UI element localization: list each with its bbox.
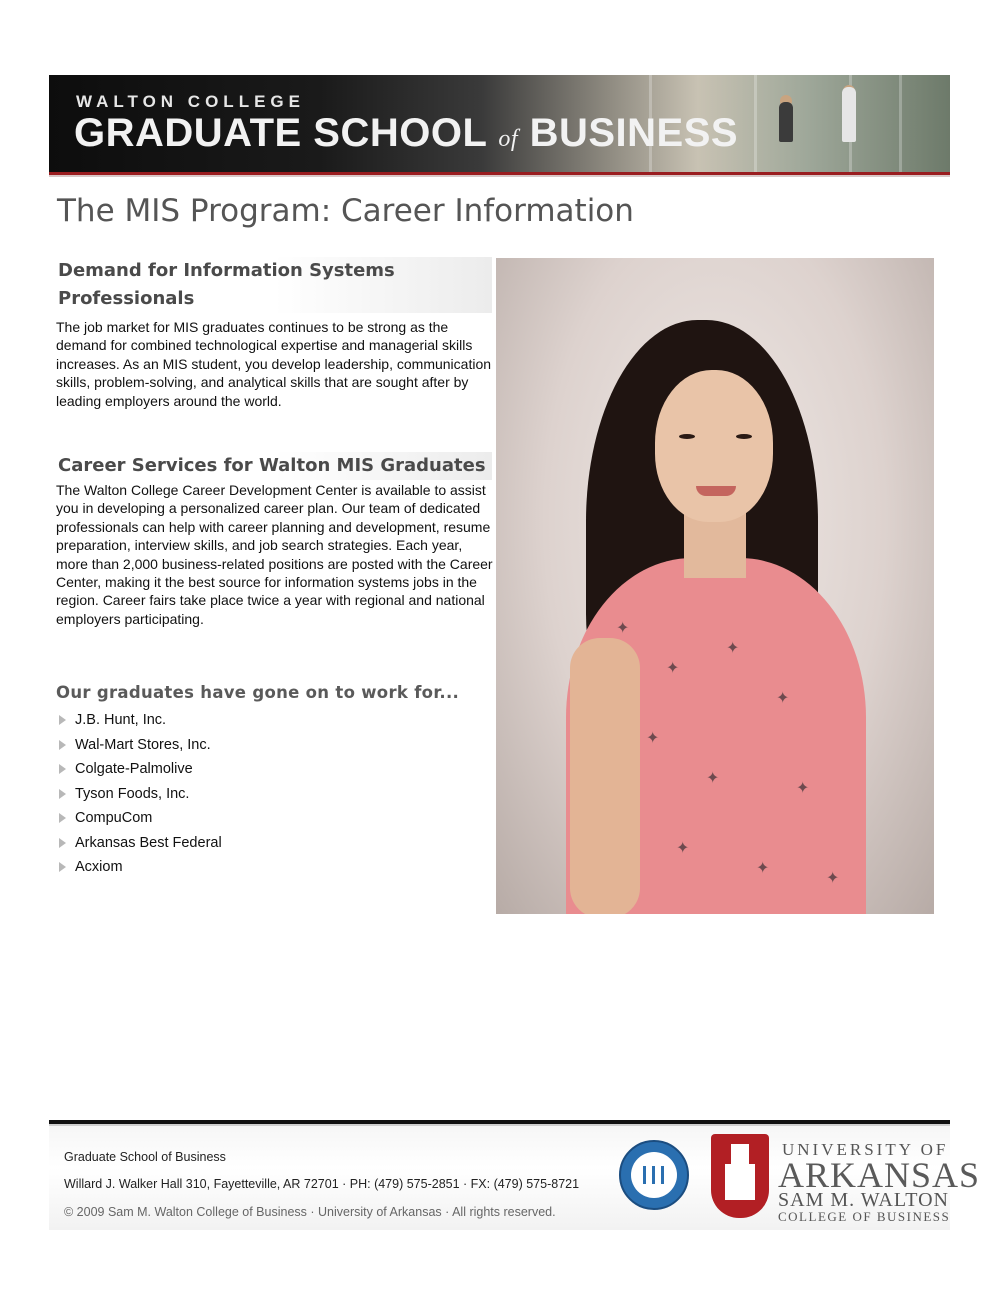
- university-shield-logo-icon: [711, 1134, 769, 1218]
- butterfly-pattern-icon: ✦: [646, 730, 660, 747]
- arrow-bullet-icon: [59, 788, 66, 799]
- seal-inner: [631, 1152, 677, 1198]
- logo-college-of-business: COLLEGE OF BUSINESS: [778, 1209, 951, 1224]
- banner-person: [842, 87, 856, 142]
- employer-name: Tyson Foods, Inc.: [75, 785, 190, 802]
- butterfly-pattern-icon: ✦: [676, 840, 690, 857]
- seal-column: [652, 1166, 655, 1184]
- banner-window-frame: [754, 75, 757, 172]
- arrow-bullet-icon: [59, 813, 66, 823]
- arrow-bullet-icon: [59, 739, 66, 750]
- banner-title-of: of: [498, 126, 518, 152]
- butterfly-pattern-icon: ✦: [796, 780, 810, 797]
- butterfly-pattern-icon: ✦: [706, 770, 720, 787]
- banner-person: [779, 102, 793, 142]
- list-item: CompuCom: [56, 807, 222, 832]
- list-item: Wal-Mart Stores, Inc.: [56, 734, 222, 759]
- list-item: Tyson Foods, Inc.: [56, 783, 222, 808]
- photo-eye: [736, 434, 752, 439]
- aacsb-accreditation-seal-icon: [619, 1140, 689, 1210]
- seal-column: [661, 1166, 664, 1184]
- butterfly-pattern-icon: ✦: [666, 660, 680, 677]
- section-body-career-services: The Walton College Career Development Ce…: [56, 482, 493, 627]
- section-heading-demand: Demand for Information Systems Professio…: [56, 257, 492, 313]
- arrow-bullet-icon: [59, 764, 66, 774]
- butterfly-pattern-icon: ✦: [616, 620, 630, 637]
- banner-window-frame: [899, 75, 902, 172]
- list-item: J.B. Hunt, Inc.: [56, 709, 222, 734]
- seal-column: [643, 1166, 646, 1184]
- butterfly-pattern-icon: ✦: [726, 640, 740, 657]
- employer-name: J.B. Hunt, Inc.: [75, 712, 167, 728]
- arrow-bullet-icon: [59, 715, 66, 725]
- graduates-heading: Our graduates have gone on to work for..…: [56, 683, 460, 702]
- page-title: The MIS Program: Career Information: [57, 193, 634, 229]
- header-banner: WALTON COLLEGE GRADUATE SCHOOL of BUSINE…: [49, 75, 950, 172]
- footer-school-name: Graduate School of Business: [64, 1150, 226, 1164]
- footer-address: Willard J. Walker Hall 310, Fayetteville…: [64, 1177, 580, 1191]
- shield-tower: [731, 1144, 749, 1166]
- shield-building: [725, 1164, 755, 1200]
- list-item: Acxiom: [56, 856, 222, 881]
- banner-title-part1: GRADUATE SCHOOL: [74, 111, 499, 155]
- banner-title-part2: BUSINESS: [517, 111, 739, 155]
- section-heading-line: Professionals: [58, 288, 195, 309]
- banner-title: GRADUATE SCHOOL of BUSINESS: [74, 111, 738, 156]
- photo-eye: [679, 434, 695, 439]
- butterfly-pattern-icon: ✦: [776, 690, 790, 707]
- employer-name: Wal-Mart Stores, Inc.: [75, 736, 211, 753]
- banner-kicker: WALTON COLLEGE: [76, 92, 305, 111]
- footer-copyright: © 2009 Sam M. Walton College of Business…: [64, 1205, 556, 1219]
- student-photo: ✦ ✦ ✦ ✦ ✦ ✦ ✦ ✦ ✦ ✦: [496, 258, 934, 914]
- section-body-demand: The job market for MIS graduates continu…: [56, 319, 492, 409]
- header-rule-shadow: [49, 175, 950, 177]
- section-heading-career-services: Career Services for Walton MIS Graduates: [56, 452, 492, 480]
- arrow-bullet-icon: [59, 862, 66, 872]
- employer-name: Acxiom: [75, 859, 123, 875]
- section-heading-line: Demand for Information Systems: [58, 260, 395, 281]
- list-item: Arkansas Best Federal: [56, 832, 222, 857]
- footer: Graduate School of Business Willard J. W…: [49, 1126, 979, 1230]
- butterfly-pattern-icon: ✦: [826, 870, 840, 887]
- employer-name: CompuCom: [75, 810, 153, 826]
- butterfly-pattern-icon: ✦: [756, 860, 770, 877]
- photo-arm: [570, 638, 640, 914]
- arrow-bullet-icon: [59, 837, 66, 848]
- photo-mouth: [696, 486, 736, 496]
- employer-name: Arkansas Best Federal: [75, 834, 222, 851]
- employer-list: J.B. Hunt, Inc. Wal-Mart Stores, Inc. Co…: [56, 709, 222, 881]
- list-item: Colgate-Palmolive: [56, 758, 222, 783]
- employer-name: Colgate-Palmolive: [75, 761, 193, 777]
- photo-face: [655, 370, 773, 522]
